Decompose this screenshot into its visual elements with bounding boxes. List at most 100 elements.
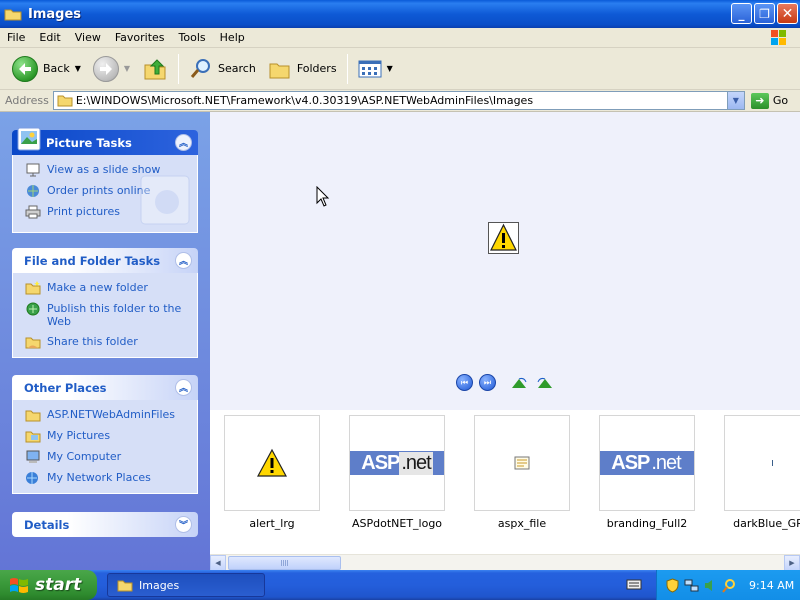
new-folder-link[interactable]: Make a new folder — [25, 281, 189, 295]
keyboard-icon[interactable] — [626, 577, 642, 591]
aspnet-branding: ASP .net — [600, 451, 694, 475]
publish-web-link[interactable]: Publish this folder to the Web — [25, 302, 189, 328]
thumbnail-frame — [224, 415, 320, 511]
rotate-clockwise-icon[interactable] — [510, 376, 528, 390]
picture-tasks-icon — [17, 127, 41, 151]
thumbnail-item[interactable]: alert_lrg — [224, 415, 320, 530]
scroll-left-button[interactable]: ◀ — [210, 555, 226, 571]
search-button[interactable]: Search — [183, 52, 262, 86]
print-pictures-label: Print pictures — [47, 205, 120, 218]
close-button[interactable]: ✕ — [777, 3, 798, 24]
menu-favorites[interactable]: Favorites — [108, 31, 172, 44]
aspnet-webadmin-link[interactable]: ASP.NETWebAdminFiles — [25, 408, 189, 422]
thumbnail-label: ASPdotNET_logo — [351, 517, 443, 530]
network-icon[interactable] — [684, 578, 699, 593]
share-folder-icon — [25, 337, 41, 349]
back-dropdown-icon[interactable]: ▼ — [75, 64, 81, 73]
back-button[interactable]: Back ▼ — [6, 52, 87, 86]
address-input[interactable]: E:\WINDOWS\Microsoft.NET\Framework\v4.0.… — [52, 91, 745, 110]
start-label: start — [35, 575, 82, 595]
system-tray: 9:14 AM — [656, 570, 800, 600]
expand-chevron-icon[interactable]: ︾ — [175, 516, 192, 533]
menu-help[interactable]: Help — [213, 31, 252, 44]
address-dropdown-icon[interactable]: ▼ — [726, 92, 744, 109]
gradient-image — [771, 460, 773, 466]
file-folder-tasks-panel: File and Folder Tasks ︽ Make a new folde… — [12, 248, 198, 358]
thumbnail-label: aspx_file — [497, 517, 547, 530]
filmstrip: alert_lrg ASP .net ASPdotNET_logo aspx_fi… — [210, 410, 800, 554]
title-bar[interactable]: Images _ ❐ ✕ — [0, 0, 800, 28]
next-image-button[interactable]: ⏭ — [479, 374, 496, 391]
search-icon[interactable] — [722, 578, 737, 593]
my-pictures-link[interactable]: My Pictures — [25, 429, 189, 443]
details-panel: Details ︾ — [12, 512, 198, 537]
file-folder-tasks-header[interactable]: File and Folder Tasks ︽ — [12, 248, 198, 273]
menu-view[interactable]: View — [68, 31, 108, 44]
views-button[interactable]: ▼ — [352, 52, 399, 86]
my-network-places-label: My Network Places — [47, 471, 151, 484]
thumbnail-item[interactable]: ASP .net branding_Full2 — [599, 415, 695, 530]
menu-bar: File Edit View Favorites Tools Help — [0, 28, 800, 48]
views-dropdown-icon[interactable]: ▼ — [387, 64, 393, 73]
back-arrow-icon — [12, 55, 38, 82]
other-places-header[interactable]: Other Places ︽ — [12, 375, 198, 400]
security-shield-icon[interactable] — [665, 577, 680, 593]
folder-icon — [57, 95, 73, 107]
thumbnail-item[interactable]: ASP .net ASPdotNET_logo — [349, 415, 445, 530]
collapse-chevron-icon[interactable]: ︽ — [175, 379, 192, 396]
new-folder-icon — [25, 281, 41, 295]
forward-button[interactable]: ▼ — [87, 52, 136, 86]
image-preview-pane: ⏮ ⏭ — [210, 112, 800, 410]
asp-text: ASP — [611, 451, 650, 474]
aspx-file-icon — [514, 456, 530, 470]
back-label: Back — [43, 62, 70, 75]
grip-icon — [280, 560, 289, 566]
other-places-title: Other Places — [24, 380, 107, 395]
folders-label: Folders — [296, 62, 337, 75]
publish-web-icon — [26, 302, 40, 316]
collapse-chevron-icon[interactable]: ︽ — [175, 252, 192, 269]
publish-web-label: Publish this folder to the Web — [47, 302, 182, 328]
other-places-panel: Other Places ︽ ASP.NETWebAdminFiles My P… — [12, 375, 198, 494]
collapse-chevron-icon[interactable]: ︽ — [175, 134, 192, 151]
details-header[interactable]: Details ︾ — [12, 512, 198, 537]
my-network-places-link[interactable]: My Network Places — [25, 471, 189, 485]
scroll-right-button[interactable]: ▶ — [784, 555, 800, 571]
minimize-button[interactable]: _ — [731, 3, 752, 24]
previous-image-button[interactable]: ⏮ — [456, 374, 473, 391]
clock[interactable]: 9:14 AM — [749, 579, 794, 592]
menu-edit[interactable]: Edit — [32, 31, 67, 44]
my-pictures-icon — [25, 431, 41, 443]
horizontal-scrollbar[interactable]: ◀ ▶ — [210, 554, 800, 571]
scroll-thumb[interactable] — [228, 556, 341, 570]
up-folder-button[interactable] — [136, 52, 174, 86]
share-folder-label: Share this folder — [47, 335, 138, 348]
go-button[interactable]: ➜ Go — [750, 92, 789, 109]
my-pictures-label: My Pictures — [47, 429, 111, 442]
windows-flag-icon — [10, 578, 28, 593]
my-computer-label: My Computer — [47, 450, 122, 463]
go-label: Go — [772, 94, 789, 107]
menu-tools[interactable]: Tools — [172, 31, 213, 44]
other-places-body: ASP.NETWebAdminFiles My Pictures My Comp… — [12, 400, 198, 494]
my-computer-link[interactable]: My Computer — [25, 450, 189, 464]
folders-button[interactable]: Folders — [262, 52, 343, 86]
rotate-counterclockwise-icon[interactable] — [536, 376, 554, 390]
address-label: Address — [5, 94, 49, 107]
thumbnail-item[interactable]: darkBlue_GRA — [724, 415, 800, 530]
thumbnail-item[interactable]: aspx_file — [474, 415, 570, 530]
picture-tasks-header[interactable]: Picture Tasks ︽ — [12, 127, 198, 155]
network-places-icon — [26, 472, 38, 484]
forward-dropdown-icon[interactable]: ▼ — [124, 64, 130, 73]
folders-icon — [269, 63, 290, 78]
taskbar-window-button[interactable]: Images — [107, 573, 265, 597]
start-button[interactable]: start — [0, 570, 97, 600]
folder-icon — [25, 410, 41, 422]
sound-icon[interactable] — [703, 578, 718, 593]
toolbar-separator — [178, 53, 180, 84]
menu-file[interactable]: File — [0, 31, 32, 44]
maximize-button[interactable]: ❐ — [754, 3, 775, 24]
folder-icon — [4, 9, 22, 21]
asp-text: ASP — [361, 451, 400, 474]
share-folder-link[interactable]: Share this folder — [25, 335, 189, 349]
